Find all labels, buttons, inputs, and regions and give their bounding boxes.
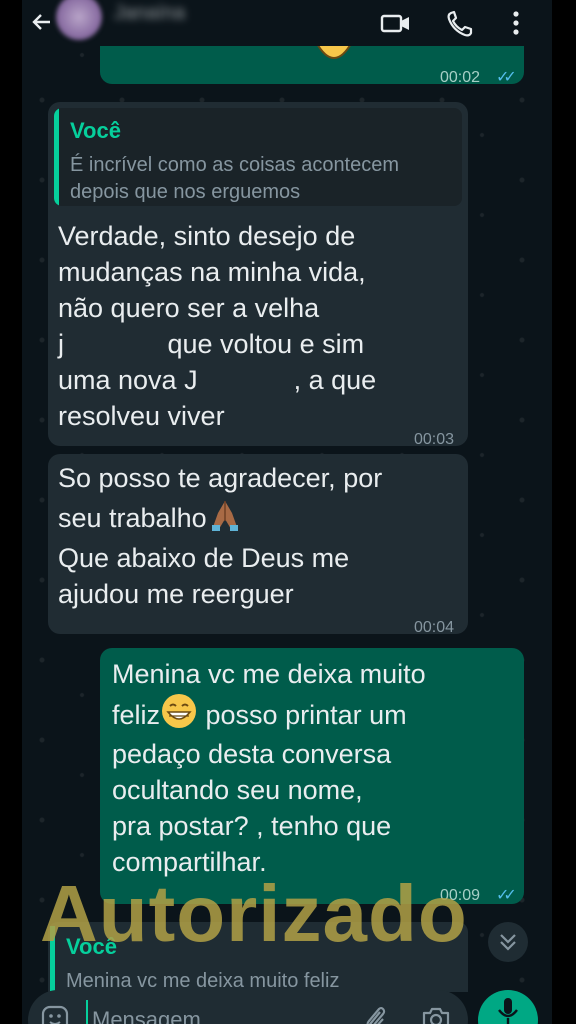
message-line: Verdade, sinto desejo de	[58, 221, 356, 251]
message-line: não quero ser a velha	[58, 293, 320, 323]
message-line: ocultando seu nome,	[112, 775, 363, 805]
message-line: feliz posso printar um	[112, 692, 516, 736]
chat-header: Janaína	[22, 0, 552, 46]
sticker-icon[interactable]	[40, 1004, 70, 1024]
quoted-message[interactable]: Você É incrível como as coisas acontecem…	[54, 108, 462, 206]
message-text: feliz	[112, 700, 161, 730]
name-redaction	[64, 329, 160, 361]
message-line: seu trabalho	[58, 496, 458, 540]
message-time: 00:04	[414, 619, 455, 636]
message-bubble-incoming[interactable]: So posso te agradecer, por seu trabalho …	[48, 454, 468, 636]
message-line: Que abaixo de Deus me	[58, 543, 350, 573]
message-text: uma nova J	[58, 365, 198, 395]
message-line: j que voltou e sim	[58, 326, 458, 362]
autorizado-stamp: Autorizado	[40, 869, 468, 958]
message-input[interactable]	[86, 1000, 336, 1024]
message-line: resolveu viver	[58, 401, 225, 431]
voice-message-button[interactable]	[478, 990, 538, 1024]
message-line: uma nova J , a que	[58, 362, 458, 398]
quote-text: É incrível como as coisas acontecem depo…	[70, 154, 400, 203]
read-receipt-icon: ✓✓	[496, 69, 517, 86]
message-line: So posso te agradecer, por	[58, 463, 383, 493]
message-line: Menina vc me deixa muito	[112, 659, 426, 689]
video-call-icon[interactable]	[380, 8, 412, 38]
name-redaction	[197, 365, 294, 397]
message-line: ajudou me reerguer	[58, 579, 294, 609]
message-text: seu trabalho	[58, 503, 207, 533]
emoji-icon	[315, 42, 353, 59]
quote-accent-bar	[54, 108, 59, 206]
message-composer	[28, 990, 468, 1024]
camera-icon[interactable]	[420, 1004, 452, 1024]
message-time: 00:02	[440, 69, 481, 86]
microphone-icon	[498, 998, 518, 1024]
voice-call-icon[interactable]	[444, 8, 476, 38]
contact-name[interactable]: Janaína	[114, 2, 284, 32]
more-options-icon[interactable]	[502, 8, 534, 38]
message-line: mudanças na minha vida,	[58, 257, 366, 287]
message-text: que voltou e sim	[160, 329, 365, 359]
message-time: 00:03	[414, 431, 455, 448]
message-line: pedaço desta conversa	[112, 739, 392, 769]
message-text: , a que	[293, 365, 377, 395]
folded-hands-emoji-icon	[207, 497, 243, 546]
contact-avatar[interactable]	[56, 0, 102, 40]
reply-text: Menina vc me deixa muito feliz	[66, 970, 340, 992]
message-bubble-incoming[interactable]: Você É incrível como as coisas acontecem…	[48, 102, 468, 448]
quote-author: Você	[70, 118, 121, 143]
message-text: posso printar um	[198, 700, 407, 730]
message-line: pra postar? , tenho que	[112, 811, 392, 841]
attach-icon[interactable]	[362, 1004, 390, 1024]
back-arrow-icon[interactable]	[30, 8, 54, 36]
